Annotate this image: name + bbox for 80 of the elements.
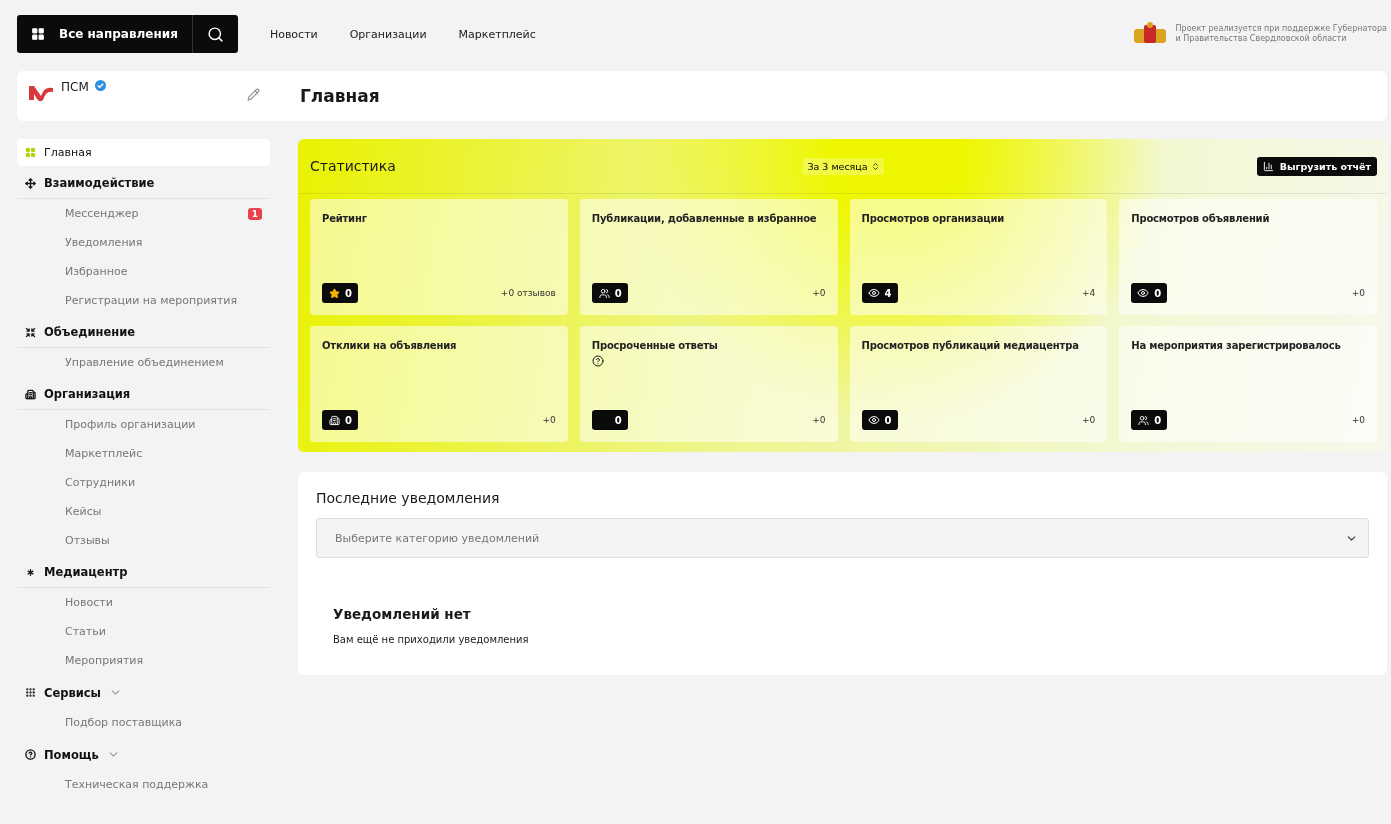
- value-badge: 0: [591, 283, 628, 303]
- bar-chart-icon: [1262, 160, 1274, 172]
- people-icon: [1138, 414, 1150, 426]
- nav-link[interactable]: Организации: [349, 27, 427, 41]
- empty-title: Уведомлений нет: [333, 606, 472, 622]
- section-icon: [25, 566, 36, 578]
- sidebar-section[interactable]: Организация: [44, 387, 131, 401]
- section-icon: [25, 177, 36, 189]
- people-icon: [598, 287, 610, 299]
- card-title: На мероприятия зарегистрировалось: [1131, 340, 1342, 351]
- sidebar-item[interactable]: Главная: [17, 139, 270, 166]
- card-title: Просмотров организации: [861, 213, 1005, 224]
- value-badge: 4: [861, 283, 898, 303]
- value-badge: 0: [861, 410, 898, 430]
- sidebar-item[interactable]: Маркетплейс: [17, 439, 270, 468]
- export-button[interactable]: Выгрузить отчёт: [1256, 156, 1377, 176]
- grid-icon: [25, 147, 36, 158]
- section-icon: [25, 687, 36, 698]
- value-badge: 0: [591, 410, 628, 430]
- card-title: Рейтинг: [322, 213, 368, 224]
- sidebar-item[interactable]: Подбор поставщика: [17, 708, 270, 737]
- edit-icon[interactable]: [247, 88, 260, 101]
- grid-icon: [31, 27, 45, 41]
- sidebar-item[interactable]: Сотрудники: [17, 468, 270, 497]
- sidebar-item[interactable]: Отзывы: [17, 526, 270, 555]
- sidebar-item[interactable]: Уведомления: [17, 228, 270, 257]
- sidebar-item[interactable]: Мероприятия: [17, 646, 270, 675]
- sidebar-item[interactable]: Мессенджер 1: [17, 199, 270, 228]
- section-icon: [25, 326, 36, 338]
- value-badge: 0: [1131, 283, 1168, 303]
- search-icon: [206, 25, 224, 43]
- delta-text: +0: [1351, 415, 1365, 425]
- nav-link[interactable]: Маркетплейс: [458, 27, 536, 41]
- card-title: Просроченные ответы: [591, 340, 719, 351]
- category-select[interactable]: Выберите категорию уведомлений: [316, 518, 1369, 558]
- sidebar-item[interactable]: Статьи: [17, 617, 270, 646]
- eye-icon: [867, 287, 880, 299]
- empty-text: Вам ещё не приходили уведомления: [333, 634, 530, 645]
- section-icon: [25, 749, 36, 760]
- period-select[interactable]: За 3 месяца: [803, 157, 884, 175]
- panel-title: Статистика: [310, 158, 397, 174]
- sidebar-section[interactable]: Медиацентр: [44, 565, 128, 579]
- value-badge: 0: [1131, 410, 1168, 430]
- eye-icon: [1137, 287, 1150, 299]
- delta-text: +0: [812, 288, 826, 298]
- unread-badge: 1: [247, 207, 262, 220]
- sidebar-item[interactable]: Управление объединением: [17, 348, 270, 377]
- sidebar-section[interactable]: Сервисы: [44, 685, 102, 700]
- sponsor-text: Проект реализуется при поддержке Губернатора и Правительства Свердловской области: [1175, 24, 1387, 44]
- sidebar-section[interactable]: Взаимодействие: [44, 176, 155, 190]
- sidebar-item[interactable]: Профиль организации: [17, 410, 270, 439]
- card-title: Просмотров объявлений: [1131, 213, 1271, 224]
- section-icon: [25, 388, 36, 400]
- card-title: Публикации, добавленные в избранное: [591, 213, 818, 224]
- org-name: ПСМ: [61, 80, 89, 94]
- sidebar-section[interactable]: Объединение: [44, 325, 136, 339]
- page-title: Главная: [300, 86, 380, 106]
- building-icon: [329, 414, 341, 426]
- delta-text: +4: [1081, 288, 1096, 298]
- sidebar-item[interactable]: Техническая поддержка: [17, 770, 270, 799]
- help-icon[interactable]: [591, 355, 604, 367]
- sort-icon: [870, 161, 880, 171]
- star-icon: [329, 287, 341, 299]
- eye-icon: [867, 414, 880, 426]
- sidebar-item[interactable]: Новости: [17, 588, 270, 617]
- delta-text: +0: [542, 415, 556, 425]
- card-title: Отклики на объявления: [322, 340, 458, 351]
- value-badge: 0: [322, 410, 358, 430]
- nav-link[interactable]: Новости: [269, 27, 318, 41]
- sidebar-item[interactable]: Регистрации на мероприятия: [17, 286, 270, 315]
- sidebar-item[interactable]: Избранное: [17, 257, 270, 286]
- panel-title: Последние уведомления: [316, 490, 501, 506]
- sidebar-item[interactable]: Кейсы: [17, 497, 270, 526]
- delta-text: +0 отзывов: [500, 288, 556, 298]
- card-title: Просмотров публикаций медиацентра: [861, 340, 1080, 351]
- value-badge: 0: [322, 283, 358, 303]
- delta-text: +0: [1351, 288, 1365, 298]
- delta-text: +0: [812, 415, 826, 425]
- sidebar-section[interactable]: Помощь: [44, 747, 99, 762]
- delta-text: +0: [1081, 415, 1096, 425]
